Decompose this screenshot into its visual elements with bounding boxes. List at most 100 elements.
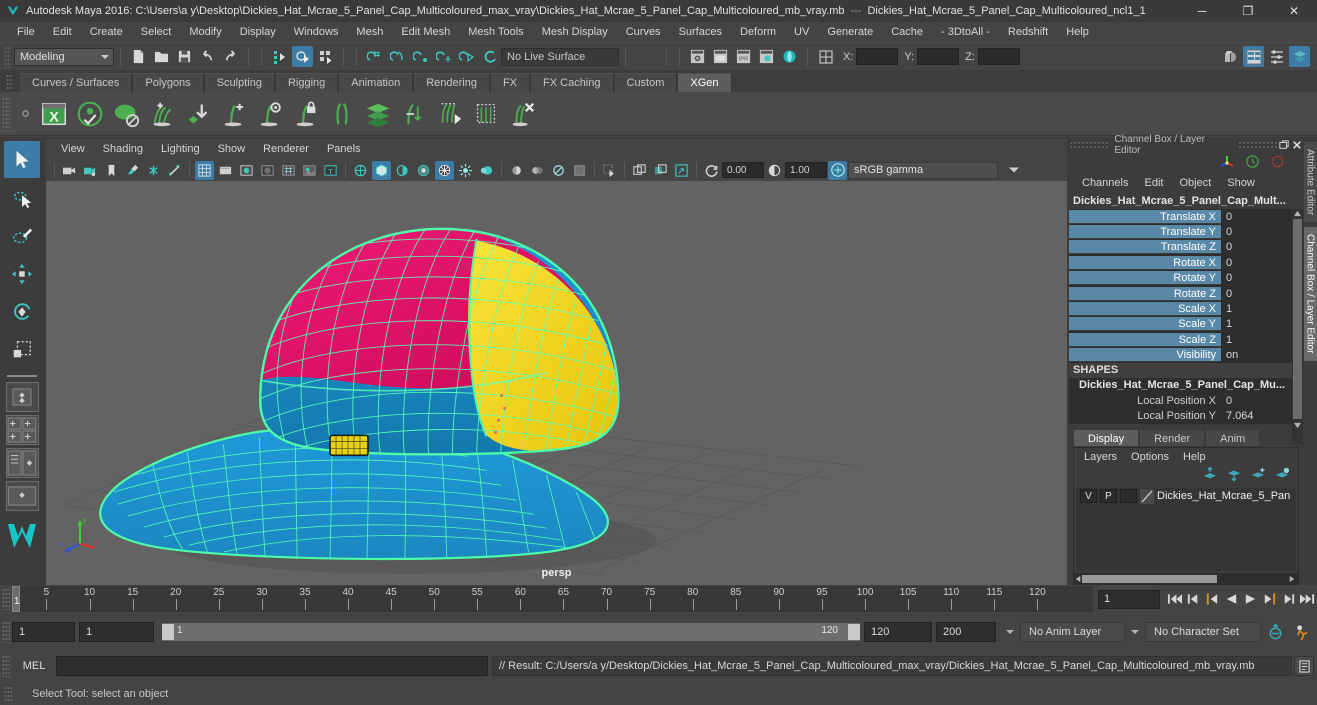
save-scene-icon[interactable]: [174, 46, 195, 67]
command-line-gripper[interactable]: [2, 655, 10, 677]
channel-attr-name[interactable]: Scale Z: [1069, 332, 1221, 347]
layer-name-label[interactable]: Dickies_Hat_Mcrae_5_Pan: [1157, 490, 1290, 502]
menu-item-3dtoall[interactable]: - 3DtoAll -: [932, 22, 999, 42]
layer-editor-tab-render[interactable]: Render: [1139, 428, 1206, 447]
menu-item-create[interactable]: Create: [81, 22, 132, 42]
shelf-tab-rigging[interactable]: Rigging: [274, 73, 339, 92]
channel-attr-name[interactable]: Local Position Y: [1069, 409, 1221, 423]
xgen-ptex-icon[interactable]: [109, 97, 143, 131]
shelf-tab-fx[interactable]: FX: [489, 73, 531, 92]
make-live-icon[interactable]: [479, 46, 500, 67]
xgen-delete-guide-icon[interactable]: [505, 97, 539, 131]
menu-item-help[interactable]: Help: [1057, 22, 1098, 42]
select-tool[interactable]: [4, 141, 40, 178]
snap-point-icon[interactable]: [410, 46, 431, 67]
channel-box-row[interactable]: Scale Y1: [1069, 317, 1303, 332]
help-line-gripper[interactable]: [4, 686, 12, 702]
record-icon[interactable]: [1270, 154, 1285, 172]
exposure-preset-icon[interactable]: [144, 161, 163, 180]
snap-grid-icon[interactable]: [364, 46, 385, 67]
smooth-shade-all-icon[interactable]: [258, 161, 277, 180]
layer-visibility-toggle[interactable]: V: [1080, 489, 1097, 504]
channel-attr-name[interactable]: Translate Z: [1069, 240, 1221, 255]
select-component-icon[interactable]: [315, 46, 336, 67]
channel-box-menu-object[interactable]: Object: [1172, 174, 1218, 192]
layer-new-icon[interactable]: [1250, 467, 1266, 484]
time-slider-gripper[interactable]: [2, 588, 10, 610]
viewport-menu-lighting[interactable]: Lighting: [152, 139, 209, 159]
minimize-button[interactable]: ─: [1179, 0, 1225, 22]
menu-item-curves[interactable]: Curves: [617, 22, 670, 42]
xgen-select-guide-icon[interactable]: [433, 97, 467, 131]
menu-item-edit[interactable]: Edit: [44, 22, 81, 42]
select-marquee-icon[interactable]: [600, 161, 619, 180]
menu-item-uv[interactable]: UV: [785, 22, 818, 42]
channel-box-row[interactable]: Translate Z0: [1069, 240, 1303, 255]
xgen-place-icon[interactable]: [181, 97, 215, 131]
ipr-render-icon[interactable]: IPR: [733, 46, 754, 67]
channel-attr-name[interactable]: Rotate Y: [1069, 271, 1221, 286]
channel-box-row[interactable]: Rotate X0: [1069, 255, 1303, 270]
play-backwards-icon[interactable]: [1222, 588, 1241, 610]
scroll-right-arrow-icon[interactable]: [1286, 575, 1298, 583]
shelf-options-gear-icon[interactable]: [14, 97, 36, 131]
grid-toggle-icon[interactable]: [195, 160, 214, 180]
motion-blur-icon[interactable]: [435, 160, 454, 180]
viewport-menu-shading[interactable]: Shading: [94, 139, 152, 159]
shelf-tab-rendering[interactable]: Rendering: [413, 73, 490, 92]
rotate-tool[interactable]: [4, 293, 40, 330]
xgen-lock-guide-icon[interactable]: [289, 97, 323, 131]
menu-item-redshift[interactable]: Redshift: [999, 22, 1057, 42]
ambient-occlusion-icon[interactable]: [414, 161, 433, 180]
channel-attr-name[interactable]: Rotate X: [1069, 255, 1221, 270]
channel-attr-name[interactable]: Scale Y: [1069, 317, 1221, 332]
channel-attr-value[interactable]: 7.064: [1221, 408, 1303, 423]
play-forwards-icon[interactable]: [1241, 588, 1260, 610]
use-all-lights-icon[interactable]: [372, 160, 391, 180]
open-scene-icon[interactable]: [151, 46, 172, 67]
xray-active-components-icon[interactable]: [570, 161, 589, 180]
color-management-icon[interactable]: [828, 160, 847, 180]
undock-panel-icon[interactable]: [1277, 139, 1290, 152]
select-hierarchy-icon[interactable]: [269, 46, 290, 67]
chevron-down-icon[interactable]: [1131, 630, 1139, 634]
menu-item-mesh-tools[interactable]: Mesh Tools: [459, 22, 532, 42]
multisample-icon[interactable]: [456, 161, 475, 180]
go-to-start-icon[interactable]: [1165, 588, 1184, 610]
editor-layout-icon[interactable]: [815, 46, 836, 67]
viewport-menu-view[interactable]: View: [52, 139, 94, 159]
menu-item-display[interactable]: Display: [231, 22, 285, 42]
xray-joints-icon[interactable]: [549, 161, 568, 180]
snap-view-plane-icon[interactable]: [456, 46, 477, 67]
z-coord-field[interactable]: [977, 48, 1020, 65]
layer-shading-toggle[interactable]: [1120, 489, 1137, 504]
scroll-up-arrow-icon[interactable]: [1292, 209, 1303, 217]
viewport-3d-scene[interactable]: [46, 181, 1067, 585]
exposure-field[interactable]: 0.00: [722, 162, 764, 178]
current-frame-field[interactable]: 1: [1098, 589, 1160, 609]
viewport-menu-renderer[interactable]: Renderer: [254, 139, 318, 159]
gamma-icon[interactable]: [765, 161, 784, 180]
xgen-window-icon[interactable]: X: [37, 97, 71, 131]
range-slider-gripper[interactable]: [2, 621, 10, 643]
layer-menu-help[interactable]: Help: [1177, 449, 1212, 465]
xgen-add-grooming-icon[interactable]: [145, 97, 179, 131]
animation-preferences-icon[interactable]: [1289, 624, 1317, 641]
command-language-label[interactable]: MEL: [12, 660, 56, 672]
display-layer-list[interactable]: V P Dickies_Hat_Mcrae_5_Pan: [1076, 487, 1296, 571]
channel-attr-value[interactable]: 0: [1221, 255, 1303, 270]
render-sequence-icon[interactable]: [710, 46, 731, 67]
persp-graph-layout[interactable]: [5, 481, 39, 511]
bookmark-icon[interactable]: [102, 161, 121, 180]
scale-tool[interactable]: [4, 331, 40, 368]
snap-projected-icon[interactable]: [433, 46, 454, 67]
image-plane-icon[interactable]: [123, 161, 142, 180]
shelf-tab-fx-caching[interactable]: FX Caching: [530, 73, 614, 92]
channel-box-toggle-icon[interactable]: [1289, 46, 1310, 67]
shelf-tab-animation[interactable]: Animation: [338, 73, 414, 92]
channel-attr-name[interactable]: Translate X: [1069, 209, 1221, 224]
channel-attr-value[interactable]: on: [1221, 348, 1303, 363]
viewport-menu-show[interactable]: Show: [209, 139, 255, 159]
layer-editor-tab-display[interactable]: Display: [1073, 428, 1140, 447]
close-button[interactable]: ✕: [1271, 0, 1317, 22]
